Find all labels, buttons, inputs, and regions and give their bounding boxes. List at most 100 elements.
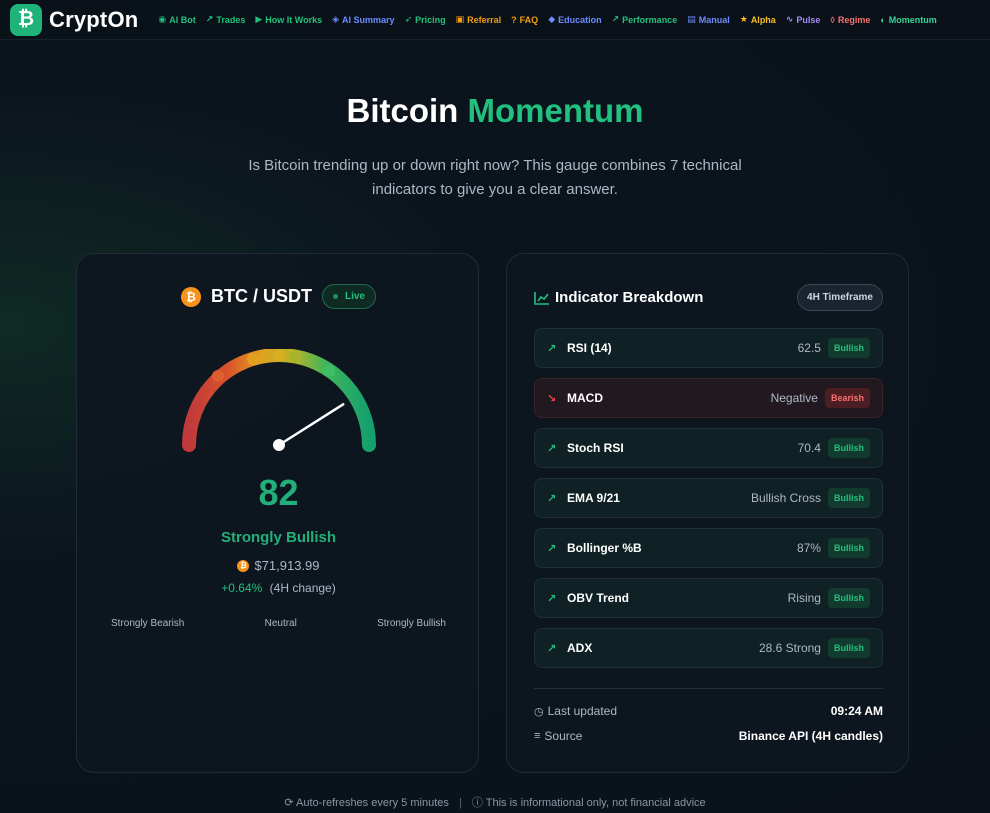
live-dot-icon	[332, 294, 338, 299]
nav-item-label: Pricing	[415, 14, 446, 25]
nav-item-label: Referral	[467, 14, 502, 25]
wave-icon: ∿	[785, 14, 794, 24]
indicator-row: ↗ Bollinger %B 87% Bullish	[534, 528, 883, 568]
live-badge: Live	[321, 284, 376, 309]
nav-item-how-it-works[interactable]: ▶ How It Works	[255, 14, 322, 25]
chart-line-icon: ↗	[611, 14, 620, 24]
gauge-marker-mildly-bearish	[247, 353, 259, 365]
trend-up-icon: ↗	[547, 592, 557, 605]
nav-item-label: Trades	[216, 14, 246, 25]
indicator-list: ↗ RSI (14) 62.5 Bullish ↘ MACD Negative Bearish…	[534, 328, 883, 678]
divider	[534, 688, 883, 689]
gauge-pivot	[273, 439, 285, 451]
robot-icon: ◉	[158, 14, 167, 24]
nav-item-label: Performance	[622, 14, 678, 25]
nav-item-label: AI Bot	[169, 14, 196, 25]
indicator-row: ↗ Stoch RSI 70.4 Bullish	[534, 428, 883, 468]
breakdown-card: Indicator Breakdown 4H Timeframe ↗ RSI (1…	[506, 253, 909, 773]
nav-item-label: AI Summary	[342, 14, 395, 25]
play-circle-icon: ▶	[255, 14, 263, 24]
pair-label: BTC / USDT	[210, 286, 312, 306]
graduation-cap-icon: ◆	[548, 14, 556, 24]
signal-badge: Bullish	[827, 538, 870, 558]
page-title-main: Bitcoin	[346, 92, 459, 129]
indicator-row: ↗ RSI (14) 62.5 Bullish	[534, 328, 883, 368]
indicator-value: 28.6 Strong	[758, 641, 821, 655]
indicator-name: EMA 9/21	[567, 491, 620, 505]
indicator-row: ↘ MACD Negative Bearish	[534, 378, 883, 418]
signal-badge: Bullish	[827, 588, 870, 608]
nav-item-faq[interactable]: ? FAQ	[511, 15, 538, 25]
nav-item-label: FAQ	[519, 14, 539, 25]
nav-item-education[interactable]: ◆ Education	[548, 14, 601, 25]
breakdown-header: Indicator Breakdown 4H Timeframe	[534, 284, 883, 311]
indicator-value: 87%	[796, 541, 821, 555]
gauge-needle	[277, 403, 345, 447]
source-label: Source	[544, 729, 583, 743]
trend-up-icon: ↗	[547, 542, 557, 555]
gauge-marker-neutral	[273, 349, 285, 361]
pair-header: ₿ BTC / USDT Live	[77, 284, 480, 309]
signal-badge: Bullish	[827, 438, 870, 458]
nav-item-performance[interactable]: ↗ Performance	[612, 14, 678, 25]
bitcoin-icon: ₿	[10, 3, 42, 36]
chart-line-icon	[534, 291, 549, 305]
signal-badge: Bullish	[827, 488, 870, 508]
nav-item-trades[interactable]: ↗ Trades	[206, 14, 246, 25]
price-value: $71,913.99	[254, 558, 320, 573]
nav-item-label: Education	[558, 14, 602, 25]
nav-item-ai-summary[interactable]: ◈ AI Summary	[332, 14, 394, 25]
trend-up-icon: ↗	[547, 442, 557, 455]
trend-down-icon: ↘	[547, 392, 557, 405]
nav-item-momentum[interactable]: ◐ Momentum	[880, 15, 936, 25]
disclaimer-note: This is informational only, not financia…	[485, 797, 706, 809]
brain-icon: ◈	[332, 14, 340, 24]
trend-up-icon: ↗	[547, 342, 557, 355]
signal-badge: Bearish	[824, 388, 870, 408]
live-label: Live	[344, 291, 365, 302]
footer-separator: |	[458, 797, 462, 809]
gauge-icon: ◐	[880, 14, 886, 25]
nav-item-label: Momentum	[888, 14, 937, 25]
gauge-scale: Strongly Bearish Neutral Strongly Bullis…	[111, 618, 446, 629]
breakdown-title: Indicator Breakdown	[555, 289, 704, 306]
momentum-verdict: Strongly Bullish	[220, 529, 336, 546]
source-row: ≡ Source Binance API (4H candles)	[534, 729, 883, 743]
scale-label-bullish: Strongly Bullish	[377, 618, 446, 629]
nav-item-regime[interactable]: ◊ Regime	[830, 15, 870, 25]
chart-line-icon: ↗	[205, 14, 214, 24]
indicator-row: ↗ OBV Trend Rising Bullish	[534, 578, 883, 618]
btc-price: ₿ $71,913.99	[77, 558, 480, 573]
nav-item-referral[interactable]: ▣ Referral	[456, 14, 502, 25]
brand-name: CryptOn	[49, 6, 139, 32]
indicator-value: Rising	[787, 591, 821, 605]
nav-item-label: Manual	[698, 14, 730, 25]
indicator-name: ADX	[567, 641, 593, 655]
indicator-value: 70.4	[797, 441, 821, 455]
gauge-arc	[182, 349, 376, 452]
nav-item-label: Alpha	[750, 14, 776, 25]
nav-item-pricing[interactable]: ➶ Pricing	[405, 14, 446, 25]
book-icon: ▤	[687, 14, 696, 24]
gauge-card: ₿ BTC / USDT Live 82 Strongly Bullish ₿ …	[76, 253, 479, 773]
gauge-marker-bearish	[212, 370, 224, 382]
scale-label-bearish: Strongly Bearish	[111, 618, 185, 629]
last-updated-label: Last updated	[547, 704, 618, 718]
indicator-value: 62.5	[797, 341, 821, 355]
page-title-accent: Momentum	[467, 92, 644, 129]
scale-label-neutral: Neutral	[264, 618, 297, 629]
brand-logo[interactable]: ₿ CryptOn	[10, 3, 139, 36]
nav-item-pulse[interactable]: ∿ Pulse	[786, 14, 821, 25]
nav-item-manual[interactable]: ▤ Manual	[687, 14, 730, 25]
page-title: Bitcoin Momentum	[0, 92, 990, 130]
indicator-name: Bollinger %B	[567, 541, 642, 555]
clock-icon: ◷	[534, 705, 544, 718]
footer-note: ⟳ Auto-refreshes every 5 minutes | ⓘ Thi…	[0, 794, 990, 810]
nav-item-ai-bot[interactable]: ◉ AI Bot	[158, 14, 195, 25]
indicator-name: RSI (14)	[567, 341, 612, 355]
price-change: +0.64% (4H change)	[77, 581, 480, 595]
indicator-row: ↗ EMA 9/21 Bullish Cross Bullish	[534, 478, 883, 518]
last-updated-value: 09:24 AM	[830, 704, 883, 718]
nav-item-alpha[interactable]: ★ Alpha	[740, 14, 776, 25]
signal-badge: Bullish	[827, 338, 870, 358]
